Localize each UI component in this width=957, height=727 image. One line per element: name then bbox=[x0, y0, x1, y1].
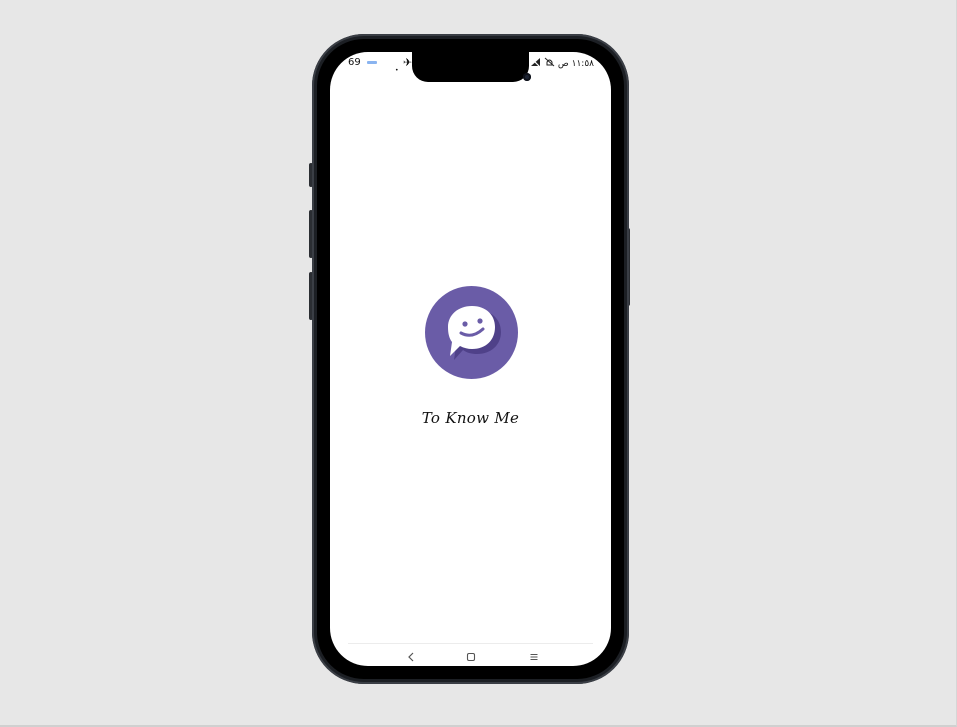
camera-notch bbox=[412, 52, 531, 82]
menu-lines-icon bbox=[530, 654, 538, 660]
app-logo bbox=[425, 286, 518, 379]
home-button[interactable] bbox=[463, 650, 479, 664]
back-button[interactable] bbox=[403, 650, 419, 664]
phone-screen: 69 • ✈ ١١:٥٨ ص To Know Me bbox=[330, 52, 611, 666]
nav-divider bbox=[348, 643, 593, 644]
airplane-mode-icon: ✈ bbox=[403, 56, 413, 69]
muted-notification-icon bbox=[544, 57, 555, 70]
system-nav-bar bbox=[330, 650, 611, 664]
phone-frame: 69 • ✈ ١١:٥٨ ص To Know Me bbox=[312, 34, 629, 684]
status-bar-left: 69 • ✈ bbox=[348, 56, 412, 74]
home-square-icon bbox=[466, 652, 476, 662]
data-indicator-icon bbox=[366, 61, 377, 64]
status-bar-right: ١١:٥٨ ص bbox=[530, 57, 594, 70]
signal-text: 69 bbox=[348, 57, 361, 68]
notification-dot-icon: • bbox=[395, 67, 399, 74]
phone-bezel: 69 • ✈ ١١:٥٨ ص To Know Me bbox=[317, 39, 624, 679]
front-camera-icon bbox=[523, 73, 531, 81]
app-title: To Know Me bbox=[421, 409, 520, 427]
canvas-background: 69 • ✈ ١١:٥٨ ص To Know Me bbox=[0, 0, 957, 727]
no-signal-icon bbox=[530, 57, 541, 70]
chat-bubble-smile-icon bbox=[425, 286, 518, 379]
recent-apps-button[interactable] bbox=[526, 650, 542, 664]
clock-time: ١١:٥٨ ص bbox=[557, 58, 594, 69]
back-chevron-icon bbox=[408, 652, 414, 662]
